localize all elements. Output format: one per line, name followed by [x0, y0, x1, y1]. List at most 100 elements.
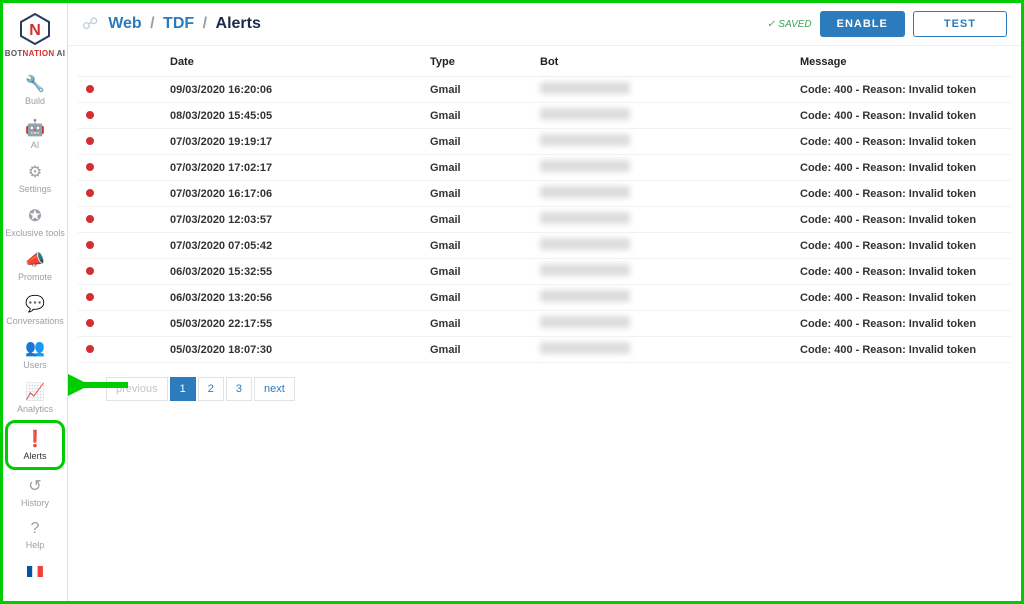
table-row[interactable]: 06/03/2020 15:32:55GmailCode: 400 - Reas… — [78, 259, 1011, 285]
pagination-previous: previous — [106, 377, 168, 401]
content-area: Date Type Bot Message 09/03/2020 16:20:0… — [68, 46, 1021, 601]
saved-indicator: ✓ SAVED — [767, 19, 812, 30]
sidebar-item-alerts[interactable]: ❗ Alerts — [5, 420, 65, 470]
table-row[interactable]: 05/03/2020 22:17:55GmailCode: 400 - Reas… — [78, 311, 1011, 337]
cell-message: Code: 400 - Reason: Invalid token — [792, 77, 1011, 103]
cell-date: 07/03/2020 17:02:17 — [162, 155, 422, 181]
sidebar-item-label: Help — [26, 540, 45, 550]
cell-type: Gmail — [422, 207, 532, 233]
breadcrumb-project[interactable]: TDF — [163, 15, 194, 32]
sidebar-item-build[interactable]: 🔧Build — [5, 68, 65, 112]
alerts-table: Date Type Bot Message 09/03/2020 16:20:0… — [78, 46, 1011, 363]
project-icon: ☍ — [82, 14, 98, 34]
cell-bot — [532, 103, 792, 129]
topbar: ☍ Web / TDF / Alerts ✓ SAVED ENABLE TEST — [68, 3, 1021, 46]
table-row[interactable]: 08/03/2020 15:45:05GmailCode: 400 - Reas… — [78, 103, 1011, 129]
sidebar-item-label: Conversations — [6, 316, 64, 326]
table-row[interactable]: 07/03/2020 19:19:17GmailCode: 400 - Reas… — [78, 129, 1011, 155]
help-icon: ? — [31, 520, 40, 538]
sidebar-item-ai[interactable]: 🤖AI — [5, 112, 65, 156]
cell-date: 05/03/2020 18:07:30 — [162, 337, 422, 363]
cell-date: 08/03/2020 15:45:05 — [162, 103, 422, 129]
sidebar-item-label: History — [21, 498, 49, 508]
cell-message: Code: 400 - Reason: Invalid token — [792, 181, 1011, 207]
cell-bot — [532, 337, 792, 363]
cell-date: 07/03/2020 07:05:42 — [162, 233, 422, 259]
cell-bot — [532, 233, 792, 259]
sidebar-item-label: Users — [23, 360, 47, 370]
table-row[interactable]: 07/03/2020 07:05:42GmailCode: 400 - Reas… — [78, 233, 1011, 259]
sidebar-item-users[interactable]: 👥Users — [5, 332, 65, 376]
sidebar-item-history[interactable]: ↺History — [5, 470, 65, 514]
table-row[interactable]: 07/03/2020 16:17:06Gmail Code: 400 - Reas… — [78, 181, 1011, 207]
svg-text:N: N — [29, 22, 41, 39]
cell-date: 05/03/2020 22:17:55 — [162, 311, 422, 337]
sidebar-item-conversations[interactable]: 💬 Conversations — [5, 288, 65, 332]
pagination-page-1[interactable]: 1 — [170, 377, 196, 401]
sidebar-item-settings[interactable]: ⚙ Settings — [5, 156, 65, 200]
table-row[interactable]: 07/03/2020 12:03:57Gmail Code: 400 - Reas… — [78, 207, 1011, 233]
table-row[interactable]: 09/03/2020 16:20:06GmailCode: 400 - Reas… — [78, 77, 1011, 103]
cell-bot — [532, 311, 792, 337]
status-dot-icon — [86, 163, 94, 171]
col-bot: Bot — [532, 46, 792, 77]
enable-button[interactable]: ENABLE — [820, 11, 905, 37]
sidebar-item-analytics[interactable]: 📈Analytics — [5, 376, 65, 420]
cell-bot — [532, 207, 792, 233]
status-dot-icon — [86, 267, 94, 275]
status-dot-icon — [86, 137, 94, 145]
exclusive-icon: ✪ — [28, 206, 41, 226]
test-button[interactable]: TEST — [913, 11, 1007, 37]
cell-date: 06/03/2020 15:32:55 — [162, 259, 422, 285]
table-row[interactable]: 06/03/2020 13:20:56GmailCode: 400 - Reas… — [78, 285, 1011, 311]
sidebar-item-label: AI — [31, 140, 40, 150]
cell-message: Code: 400 - Reason: Invalid token — [792, 259, 1011, 285]
col-date: Date — [162, 46, 422, 77]
cell-type: Gmail — [422, 337, 532, 363]
conversations-icon: 💬 — [25, 294, 45, 314]
cell-date: 07/03/2020 16:17:06 — [162, 181, 422, 207]
cell-type: Gmail — [422, 233, 532, 259]
flag-icon — [27, 564, 43, 582]
cell-bot — [532, 259, 792, 285]
cell-date: 09/03/2020 16:20:06 — [162, 77, 422, 103]
cell-message: Code: 400 - Reason: Invalid token — [792, 207, 1011, 233]
cell-bot — [532, 77, 792, 103]
cell-message: Code: 400 - Reason: Invalid token — [792, 285, 1011, 311]
settings-icon: ⚙ — [28, 162, 42, 182]
alerts-icon: ❗ — [25, 429, 45, 449]
table-row[interactable]: 07/03/2020 17:02:17GmailCode: 400 - Reas… — [78, 155, 1011, 181]
status-dot-icon — [86, 111, 94, 119]
sidebar-item-promote[interactable]: 📣Promote — [5, 244, 65, 288]
pagination-next[interactable]: next — [254, 377, 295, 401]
status-dot-icon — [86, 319, 94, 327]
status-dot-icon — [86, 345, 94, 353]
status-dot-icon — [86, 189, 94, 197]
cell-date: 07/03/2020 19:19:17 — [162, 129, 422, 155]
cell-bot — [532, 181, 792, 207]
breadcrumb-current: Alerts — [216, 15, 261, 32]
cell-type: Gmail — [422, 181, 532, 207]
sidebar-item-label: Promote — [18, 272, 52, 282]
brand-logo[interactable]: N BOTNATION AI — [5, 11, 66, 58]
sidebar-item-label: Exclusive tools — [5, 228, 65, 238]
pagination-page-3[interactable]: 3 — [226, 377, 252, 401]
cell-bot — [532, 129, 792, 155]
table-row[interactable]: 05/03/2020 18:07:30GmailCode: 400 - Reas… — [78, 337, 1011, 363]
sidebar: N BOTNATION AI 🔧Build🤖AI ⚙ Settings ✪ Exclus… — [3, 3, 68, 601]
sidebar-item-exclusive[interactable]: ✪ Exclusive tools — [5, 200, 65, 244]
table-header-row: Date Type Bot Message — [78, 46, 1011, 77]
sidebar-item-label: Settings — [19, 184, 52, 194]
cell-message: Code: 400 - Reason: Invalid token — [792, 103, 1011, 129]
sidebar-language[interactable] — [5, 558, 65, 590]
cell-message: Code: 400 - Reason: Invalid token — [792, 311, 1011, 337]
pagination-page-2[interactable]: 2 — [198, 377, 224, 401]
col-message: Message — [792, 46, 1011, 77]
sidebar-item-help[interactable]: ? Help — [5, 514, 65, 556]
status-dot-icon — [86, 215, 94, 223]
breadcrumb-root[interactable]: Web — [108, 15, 141, 32]
cell-date: 07/03/2020 12:03:57 — [162, 207, 422, 233]
cell-message: Code: 400 - Reason: Invalid token — [792, 155, 1011, 181]
sidebar-item-label: Alerts — [23, 451, 46, 461]
analytics-icon: 📈 — [25, 382, 45, 402]
